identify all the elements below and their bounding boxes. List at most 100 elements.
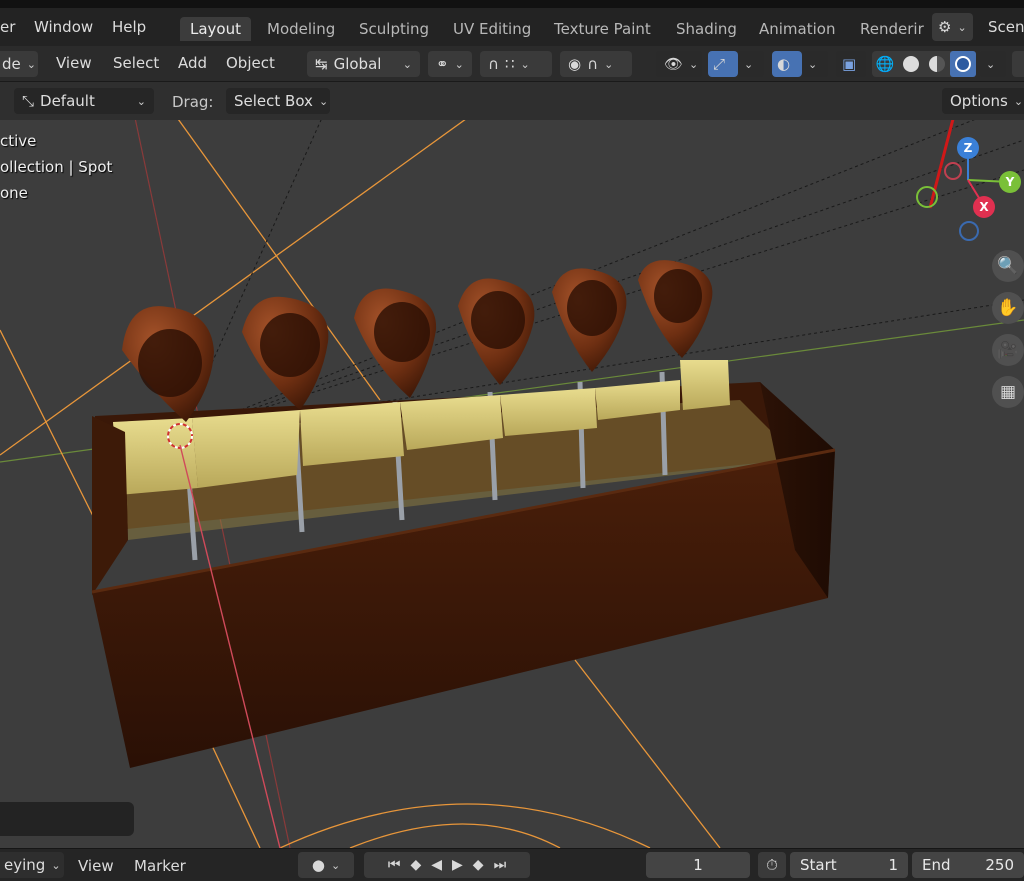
end-label: End [922, 856, 951, 874]
preview-range-button[interactable]: ⏱ [758, 852, 786, 878]
camera-view-button[interactable]: 🎥 [992, 334, 1024, 366]
zoom-button[interactable]: 🔍 [992, 250, 1024, 282]
gizmo-neg-y-axis[interactable] [916, 186, 938, 208]
proportional-editing-group[interactable]: ◉ ∩ ⌄ [560, 51, 632, 77]
gizmo-icon: ⤢ [713, 55, 726, 73]
options-dropdown[interactable]: Options ⌄ [942, 88, 1024, 114]
menu-select[interactable]: Select [113, 54, 159, 72]
hand-icon: ✋ [997, 298, 1019, 318]
chevron-down-icon: ⌄ [330, 858, 341, 872]
tab-modeling[interactable]: Modeling [257, 17, 345, 41]
end-frame-field[interactable]: End 250 [912, 852, 1024, 878]
transform-orientation-dropdown[interactable]: ↹ Global ⌄ [307, 51, 420, 77]
chevron-down-icon: ⌄ [689, 57, 699, 71]
material-sphere-icon [929, 56, 945, 72]
tab-shading[interactable]: Shading [666, 17, 747, 41]
next-keyframe-icon[interactable]: ◆ [473, 857, 484, 873]
scene-selector-button[interactable]: ⚙ ⌄ [932, 13, 973, 41]
scene-render [0, 120, 1024, 848]
record-icon: ● [311, 856, 325, 874]
solid-shading-button[interactable] [898, 51, 924, 77]
wireframe-shading-button[interactable]: 🌐 [872, 51, 898, 77]
current-frame-field[interactable]: 1 [646, 852, 750, 878]
tab-rendering[interactable]: Renderir [850, 17, 934, 41]
visibility-dropdown[interactable]: 👁 ⌄ [656, 51, 702, 77]
play-icon[interactable]: ▶ [452, 857, 463, 873]
menu-add[interactable]: Add [178, 54, 207, 72]
rendered-shading-button[interactable] [950, 51, 976, 77]
gizmo-dropdown[interactable]: ⌄ [738, 51, 764, 77]
gizmo-y-axis[interactable]: Y [999, 171, 1021, 193]
tab-animation[interactable]: Animation [749, 17, 845, 41]
chevron-down-icon: ⌄ [136, 94, 146, 108]
scene-icon: ⚙ [938, 18, 952, 36]
play-reverse-icon[interactable]: ◀ [431, 857, 442, 873]
menu-partial[interactable]: er [0, 18, 15, 36]
falloff-curve-icon: ∩ [587, 55, 599, 73]
perspective-toggle-button[interactable]: ▦ [992, 376, 1024, 408]
gizmo-z-axis[interactable]: Z [957, 137, 979, 159]
x-axis-label: X [979, 200, 989, 214]
shading-dropdown[interactable]: ⌄ [980, 51, 1006, 77]
chevron-down-icon: ⌄ [318, 94, 329, 108]
mode-selector[interactable]: de ⌄ [0, 51, 38, 77]
gizmo-neg-x-axis[interactable] [944, 162, 962, 180]
box-left [92, 416, 128, 595]
gizmo-neg-z-axis[interactable] [959, 221, 979, 241]
overlays-icon: ◐ [777, 55, 791, 73]
tab-sculpting[interactable]: Sculpting [349, 17, 439, 41]
rendered-sphere-icon [955, 56, 971, 72]
stopwatch-icon: ⏱ [766, 856, 778, 874]
start-label: Start [800, 856, 837, 874]
gizmo-x-axis[interactable]: X [973, 196, 995, 218]
orientation-label: Default [40, 92, 95, 110]
chevron-down-icon: ⌄ [26, 57, 36, 71]
mode-label: de [2, 55, 21, 73]
material-preview-button[interactable] [924, 51, 950, 77]
tab-uv-editing[interactable]: UV Editing [443, 17, 541, 41]
start-frame-field[interactable]: Start 1 [790, 852, 908, 878]
chevron-down-icon: ⌄ [604, 57, 614, 71]
timeline-menu-marker[interactable]: Marker [134, 857, 186, 875]
viewport-info-line-2: ollection | Spot [0, 158, 113, 176]
orientation-dropdown[interactable]: ⤡ Default ⌄ [14, 88, 154, 114]
timeline-menu-view[interactable]: View [78, 857, 114, 875]
xray-toggle-button[interactable]: ▣ [836, 51, 866, 77]
prev-keyframe-icon[interactable]: ◆ [410, 857, 421, 873]
pivot-point-dropdown[interactable]: ⚭ ⌄ [428, 51, 472, 77]
chevron-down-icon: ⌄ [454, 57, 464, 71]
xray-icon: ▣ [842, 55, 857, 73]
transform-axes-icon: ⤡ [22, 92, 35, 110]
jump-end-icon[interactable]: ⏭ [494, 857, 507, 873]
start-value: 1 [888, 856, 898, 874]
eye-icon: 👁 [664, 55, 684, 73]
menu-view[interactable]: View [56, 54, 92, 72]
3d-viewport[interactable]: ctive ollection | Spot one Z Y X 🔍 ✋ 🎥 ▦ [0, 120, 1024, 848]
chevron-down-icon: ⌄ [51, 858, 61, 872]
scene-name[interactable]: Scene [988, 18, 1024, 36]
pan-button[interactable]: ✋ [992, 292, 1024, 324]
overlays-dropdown[interactable]: ⌄ [802, 51, 828, 77]
timeline-header: eying ⌄ View Marker ● ⌄ ⏮ ◆ ◀ ▶ ◆ ⏭ 1 ⏱ … [0, 848, 1024, 881]
chevron-down-icon: ⌄ [957, 20, 967, 34]
operator-panel[interactable] [0, 802, 134, 836]
menu-help[interactable]: Help [112, 18, 146, 36]
drag-select-dropdown[interactable]: Select Box ⌄ [226, 88, 330, 114]
menu-object[interactable]: Object [226, 54, 275, 72]
gizmo-toggle-button[interactable]: ⤢ [708, 51, 738, 77]
overlays-toggle-button[interactable]: ◐ [772, 51, 802, 77]
keying-dropdown[interactable]: eying ⌄ [0, 852, 64, 878]
pivot-icon: ⚭ [436, 55, 449, 73]
menu-window[interactable]: Window [34, 18, 93, 36]
shading-mode-group: 🌐 [872, 51, 976, 77]
viewport-info-line-3: one [0, 184, 28, 202]
solid-sphere-icon [903, 56, 919, 72]
tab-layout[interactable]: Layout [180, 17, 251, 41]
playback-controls: ⏮ ◆ ◀ ▶ ◆ ⏭ [364, 852, 530, 878]
drag-value: Select Box [234, 92, 313, 110]
auto-keying-button[interactable]: ● ⌄ [298, 852, 354, 878]
current-frame-value: 1 [693, 856, 703, 874]
tab-texture-paint[interactable]: Texture Paint [544, 17, 661, 41]
jump-start-icon[interactable]: ⏮ [388, 857, 401, 873]
snap-group[interactable]: ∩ ∷ ⌄ [480, 51, 552, 77]
